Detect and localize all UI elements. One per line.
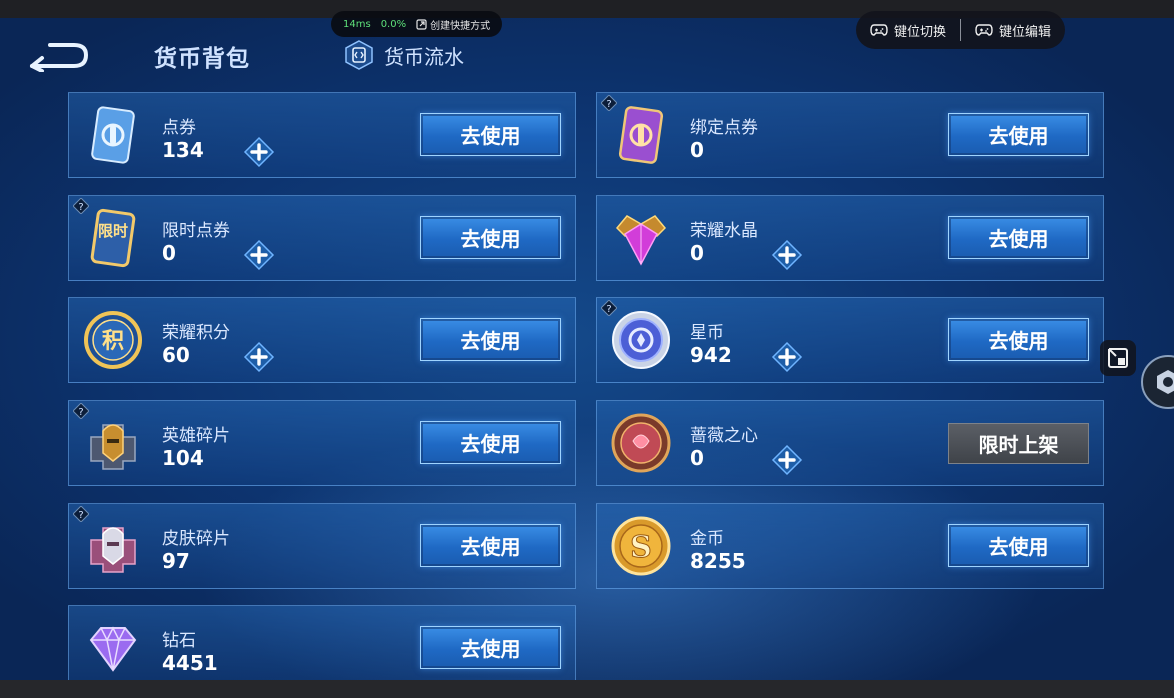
shortcut-label: 创建快捷方式: [430, 20, 491, 32]
use-button[interactable]: 去使用: [948, 216, 1089, 259]
currency-value: 0: [690, 241, 704, 265]
use-button[interactable]: 去使用: [948, 524, 1089, 567]
hero-fragment-icon: [90, 424, 136, 470]
key-mapping-toolbar: 键位切换 键位编辑: [856, 11, 1065, 49]
game-screen: 货币背包 货币流水 点券 134 去使用 ? 绑定点券 0 去使用 ? 限时 限…: [0, 18, 1174, 680]
currency-value: 8255: [690, 549, 746, 573]
use-button[interactable]: 去使用: [420, 113, 561, 156]
currency-name: 限时点券: [162, 221, 230, 241]
gamepad-icon: [975, 24, 993, 36]
key-edit-button[interactable]: 键位编辑: [961, 21, 1065, 40]
tab-label: 货币流水: [384, 44, 464, 69]
currency-name: 点券: [162, 118, 196, 138]
use-button[interactable]: 去使用: [420, 216, 561, 259]
currency-name: 荣耀积分: [162, 323, 230, 343]
glory-points-icon: 积: [84, 311, 142, 369]
key-edit-label: 键位编辑: [998, 24, 1051, 40]
key-switch-label: 键位切换: [893, 24, 946, 40]
currency-card-glory-points: 积 荣耀积分 60 去使用: [68, 297, 576, 383]
resize-window-icon[interactable]: [1100, 340, 1136, 376]
currency-value: 0: [162, 241, 176, 265]
bottom-bar: [0, 680, 1174, 698]
currency-name: 英雄碎片: [162, 426, 230, 446]
add-plus-icon[interactable]: [771, 444, 803, 476]
currency-card-voucher: 点券 134 去使用: [68, 92, 576, 178]
currency-card-limited-voucher: ? 限时 限时点券 0 去使用: [68, 195, 576, 281]
currency-value: 4451: [162, 651, 218, 675]
page-title: 货币背包: [154, 46, 250, 72]
add-plus-icon[interactable]: [771, 341, 803, 373]
add-plus-icon[interactable]: [243, 239, 275, 271]
currency-name: 金币: [690, 529, 724, 549]
shortcut-icon: [416, 18, 427, 30]
currency-card-star-coin: ? 星币 942 去使用: [596, 297, 1104, 383]
currency-value: 134: [162, 138, 204, 162]
use-button[interactable]: 去使用: [420, 524, 561, 567]
currency-card-hero-fragment: ? 英雄碎片 104 去使用: [68, 400, 576, 486]
currency-name: 星币: [690, 323, 724, 343]
use-button[interactable]: 去使用: [948, 318, 1089, 361]
currency-flow-icon: [345, 40, 373, 70]
add-plus-icon[interactable]: [771, 239, 803, 271]
add-plus-icon[interactable]: [243, 341, 275, 373]
currency-name: 蔷薇之心: [690, 426, 758, 446]
currency-name: 钻石: [162, 631, 196, 651]
add-plus-icon[interactable]: [243, 136, 275, 168]
icon-text: 积: [102, 329, 124, 354]
use-button[interactable]: 去使用: [420, 421, 561, 464]
currency-value: 104: [162, 446, 204, 470]
back-arrow-icon[interactable]: [28, 40, 90, 72]
star-coin-icon: [612, 311, 670, 369]
use-button[interactable]: 去使用: [948, 113, 1089, 156]
currency-card-skin-fragment: ? 皮肤碎片 97 去使用: [68, 503, 576, 589]
loss-readout: 0.0%: [380, 18, 407, 30]
create-shortcut-button[interactable]: 创建快捷方式: [416, 17, 490, 32]
ticket-blue-icon: [91, 106, 135, 164]
rose-heart-icon: [611, 413, 671, 473]
limited-ticket-icon: 限时: [90, 208, 136, 268]
currency-card-gold: S 金币 8255 去使用: [596, 503, 1104, 589]
icon-text: S: [630, 530, 652, 565]
limited-time-button: 限时上架: [948, 423, 1089, 464]
glory-crystal-icon: [615, 215, 667, 266]
gold-coin-icon: S: [611, 516, 671, 576]
icon-text: 限时: [98, 222, 128, 240]
currency-name: 荣耀水晶: [690, 221, 758, 241]
latency-readout: 14ms: [343, 18, 371, 30]
diamond-icon: [89, 626, 137, 672]
key-switch-button[interactable]: 键位切换: [856, 21, 960, 40]
ticket-purple-icon: [618, 106, 664, 164]
currency-name: 绑定点券: [690, 118, 758, 138]
currency-card-bound-voucher: ? 绑定点券 0 去使用: [596, 92, 1104, 178]
skin-fragment-icon: [90, 527, 136, 573]
currency-value: 942: [690, 343, 732, 367]
hexagon-settings-icon[interactable]: [1138, 354, 1174, 410]
tab-currency-flow[interactable]: 货币流水: [344, 40, 464, 70]
currency-value: 0: [690, 138, 704, 162]
currency-card-diamond: 钻石 4451 去使用: [68, 605, 576, 680]
currency-value: 97: [162, 549, 190, 573]
performance-overlay: 14ms 0.0% 创建快捷方式: [331, 11, 503, 37]
gamepad-icon: [870, 24, 888, 36]
currency-card-rose-heart: 蔷薇之心 0 限时上架: [596, 400, 1104, 486]
use-button[interactable]: 去使用: [420, 626, 561, 669]
use-button[interactable]: 去使用: [420, 318, 561, 361]
currency-value: 60: [162, 343, 190, 367]
currency-name: 皮肤碎片: [162, 529, 230, 549]
currency-value: 0: [690, 446, 704, 470]
currency-card-glory-crystal: 荣耀水晶 0 去使用: [596, 195, 1104, 281]
